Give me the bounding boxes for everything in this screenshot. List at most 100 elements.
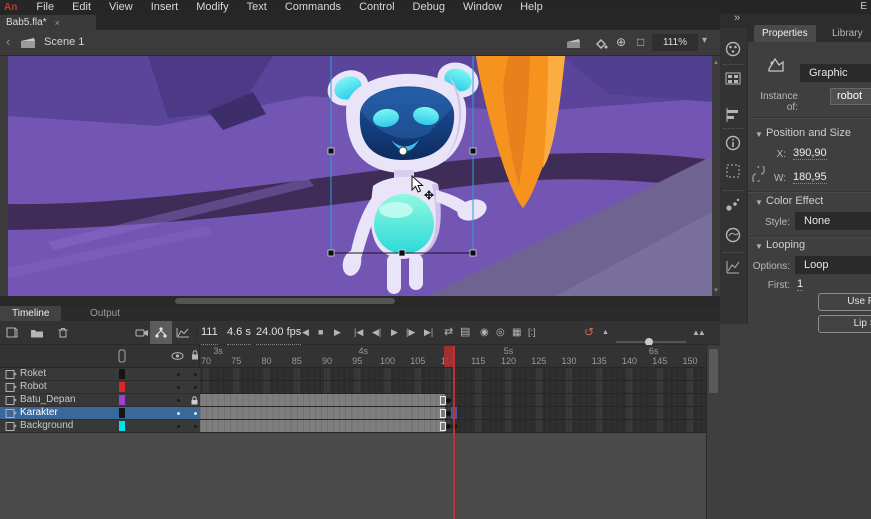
menu-modify[interactable]: Modify [187, 0, 237, 15]
onion-skin-outline-icon[interactable]: ◎ [496, 321, 505, 344]
layer-row-batu_depan[interactable]: Batu_Depan [0, 394, 200, 407]
tab-properties[interactable]: Properties [754, 25, 816, 42]
handle-bottom-right[interactable] [470, 250, 476, 256]
frame-rate-value[interactable]: 24.00 fps [256, 321, 301, 345]
transform-panel-icon[interactable] [724, 162, 742, 183]
reset-timeline-zoom-icon[interactable]: ↺ [584, 321, 594, 344]
layer-lock-toggle[interactable] [194, 373, 197, 376]
instance-name-field[interactable]: robot [830, 88, 871, 105]
scene-name[interactable]: Scene 1 [44, 36, 84, 48]
fill-bucket-icon[interactable] [594, 38, 608, 50]
layer-visibility-toggle[interactable] [177, 425, 180, 428]
stop-icon[interactable]: ■ [318, 321, 323, 344]
use-frame-picker-button[interactable]: Use Fra [818, 293, 871, 311]
layer-color-swatch[interactable] [119, 369, 125, 379]
layer-lock-toggle[interactable] [194, 425, 197, 428]
stage-vertical-scrollbar[interactable]: ▴ ▾ [712, 56, 720, 296]
elapsed-time-value[interactable]: 4.6 s [227, 321, 251, 345]
keyframe-dot[interactable] [446, 424, 451, 429]
particles-panel-icon[interactable] [724, 196, 742, 217]
layer-row-robot[interactable]: Robot [0, 381, 200, 394]
current-frame-value[interactable]: 111 [201, 321, 218, 345]
stage-horizontal-scrollbar[interactable] [0, 296, 720, 306]
export-frame-icon[interactable]: ▤ [460, 321, 470, 344]
tab-library[interactable]: Library [824, 25, 871, 42]
next-frame-icon[interactable]: |▶ [406, 321, 415, 344]
style-dropdown[interactable]: None [795, 212, 871, 230]
goto-first-frame-icon[interactable]: |◀ [354, 321, 363, 344]
workspace-switcher[interactable]: E [860, 1, 867, 12]
close-tab-icon[interactable]: × [55, 18, 60, 28]
scroll-down-icon[interactable]: ▾ [712, 286, 720, 294]
handle-left[interactable] [328, 148, 334, 154]
menu-window[interactable]: Window [454, 0, 511, 15]
handle-bottom-left[interactable] [328, 250, 334, 256]
menu-text[interactable]: Text [238, 0, 276, 15]
layer-lock-icon[interactable] [190, 395, 199, 406]
layer-color-swatch[interactable] [119, 395, 125, 405]
goto-last-frame-icon[interactable]: ▶| [424, 321, 433, 344]
tab-output[interactable]: Output [78, 306, 132, 321]
position-size-header[interactable]: Position and Size [766, 127, 851, 139]
step-forward-icon[interactable]: ▶ [334, 321, 341, 344]
layer-row-background[interactable]: Background [0, 420, 200, 433]
previous-frame-icon[interactable]: ◀| [372, 321, 381, 344]
keyframe-dot[interactable] [446, 398, 451, 403]
layer-row-karakter[interactable]: Karakter [0, 407, 200, 420]
menu-file[interactable]: File [27, 0, 63, 15]
delete-layer-button[interactable] [57, 321, 69, 344]
creative-cloud-icon[interactable] [724, 226, 742, 247]
center-stage-icon[interactable]: ⊕ [616, 35, 626, 49]
w-value[interactable]: 180,95 [793, 171, 827, 184]
new-layer-button[interactable] [5, 321, 18, 344]
layer-row-roket[interactable]: Roket [0, 368, 200, 381]
menu-edit[interactable]: Edit [63, 0, 100, 15]
chart-panel-icon[interactable] [724, 258, 742, 279]
menu-view[interactable]: View [100, 0, 142, 15]
zoom-dropdown-caret[interactable]: ▾ [702, 35, 707, 46]
collapse-panels-icon[interactable]: » [734, 12, 738, 24]
symbol-type-dropdown[interactable]: Graphic [800, 64, 871, 82]
edit-multiple-frames-icon[interactable]: ▦ [512, 321, 521, 344]
zoom-out-timeline-icon[interactable]: ▲ [602, 321, 609, 344]
collapse-section-icon[interactable]: ▼ [755, 242, 763, 251]
show-parenting-view-button[interactable] [150, 321, 172, 344]
swatches-panel-icon[interactable] [724, 40, 742, 61]
frame-span[interactable] [200, 420, 445, 432]
layer-visibility-toggle[interactable] [177, 399, 180, 402]
layer-visibility-toggle[interactable] [177, 412, 180, 415]
menu-debug[interactable]: Debug [404, 0, 454, 15]
color-effect-header[interactable]: Color Effect [766, 195, 823, 207]
stage-canvas[interactable] [8, 56, 712, 296]
layer-visibility-toggle[interactable] [177, 373, 180, 376]
tab-timeline[interactable]: Timeline [0, 306, 61, 321]
align-panel-icon[interactable] [724, 106, 742, 127]
handle-bottom-center[interactable] [399, 250, 405, 256]
new-folder-button[interactable] [30, 321, 44, 344]
center-playhead-icon[interactable]: ⇄ [444, 321, 453, 344]
frame-span[interactable] [200, 394, 445, 406]
menu-control[interactable]: Control [350, 0, 403, 15]
looping-header[interactable]: Looping [766, 239, 805, 251]
add-camera-button[interactable] [135, 321, 150, 344]
stage-zoom-value[interactable]: 111% [652, 34, 698, 51]
handle-right[interactable] [470, 148, 476, 154]
lock-all-icon[interactable] [190, 349, 200, 361]
collapse-section-icon[interactable]: ▼ [755, 130, 763, 139]
play-icon[interactable]: ▶ [391, 321, 398, 344]
layer-color-swatch[interactable] [119, 408, 125, 418]
clip-content-icon[interactable]: □ [637, 35, 644, 49]
scrollbar-thumb[interactable] [175, 298, 395, 304]
menu-commands[interactable]: Commands [276, 0, 350, 15]
keyframe-dot[interactable] [446, 411, 451, 416]
document-tab[interactable]: Bab5.fla* × [0, 15, 96, 30]
menu-insert[interactable]: Insert [142, 0, 188, 15]
timeline-vertical-scrollbar[interactable] [706, 345, 720, 519]
frame-span[interactable] [200, 407, 445, 419]
show-graph-view-button[interactable] [176, 321, 190, 344]
color-grid-panel-icon[interactable] [724, 70, 742, 91]
back-arrow-icon[interactable]: ‹ [6, 34, 10, 49]
collapse-section-icon[interactable]: ▼ [755, 198, 763, 207]
scroll-up-icon[interactable]: ▴ [712, 58, 720, 66]
x-value[interactable]: 390,90 [793, 147, 827, 160]
